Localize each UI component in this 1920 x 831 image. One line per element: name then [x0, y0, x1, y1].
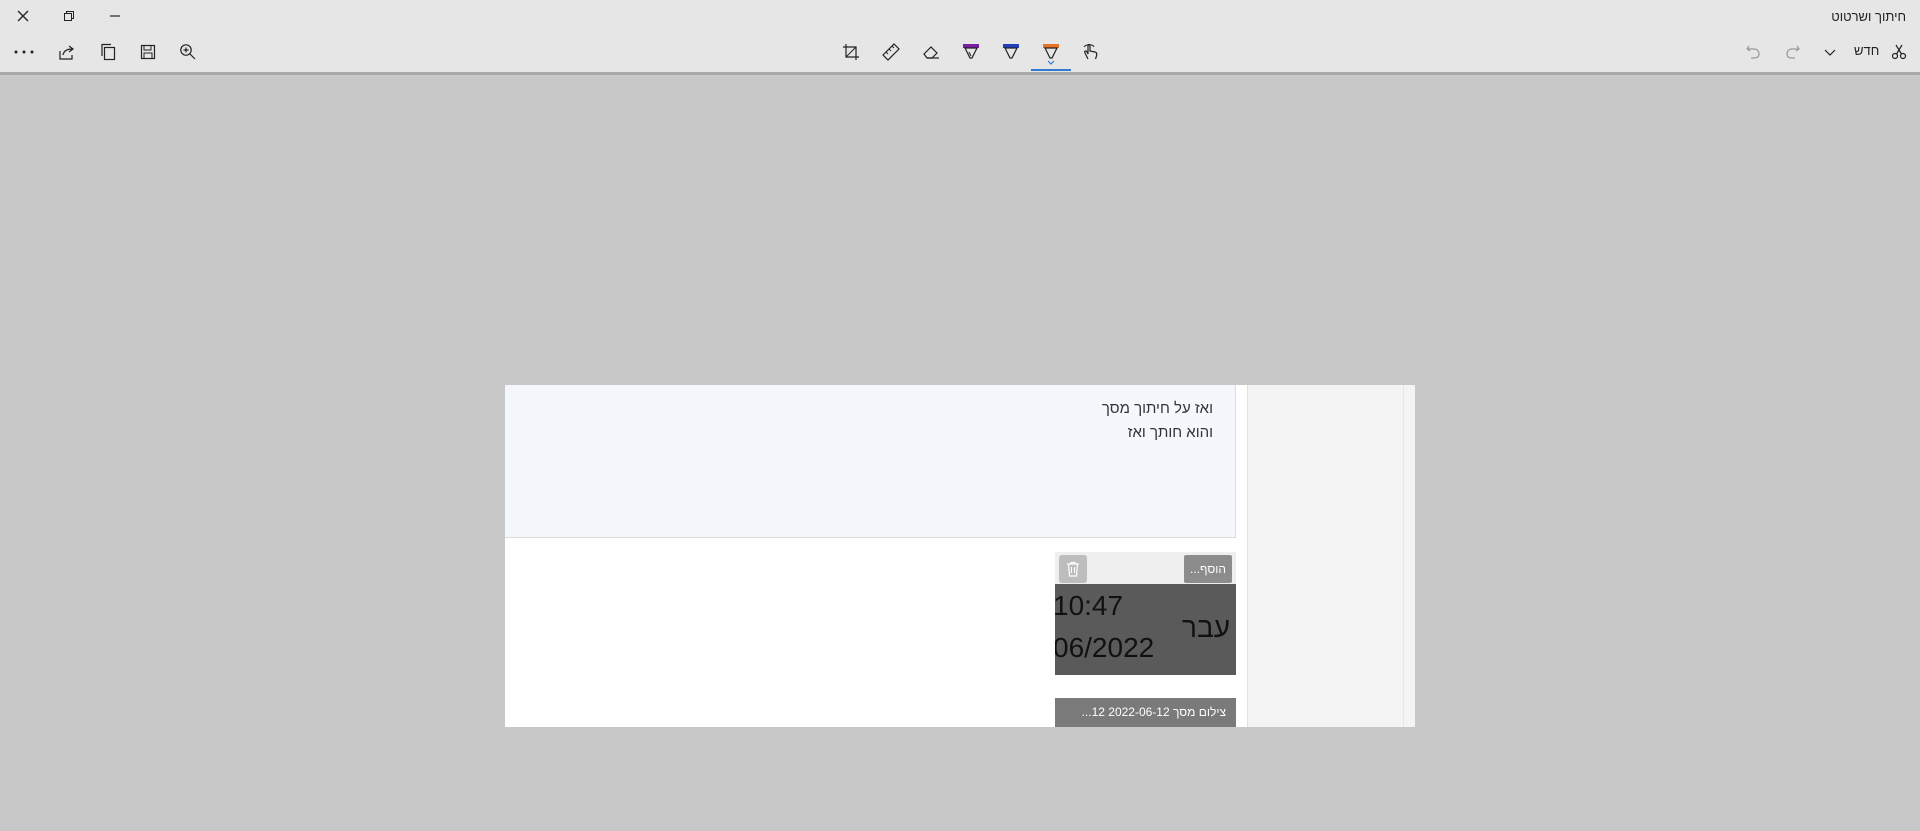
new-snip-button[interactable] — [1883, 36, 1915, 68]
eraser-button[interactable] — [915, 36, 947, 68]
title-bar: חיתוך ושרטוט — [0, 0, 1920, 32]
captured-image: ואז על חיתוך מסך והוא חותך ואז הוסף... 1… — [505, 385, 1415, 727]
share-button[interactable] — [51, 36, 83, 68]
touch-writing-button[interactable] — [1075, 36, 1107, 68]
app-title: חיתוך ושרטוט — [1831, 9, 1906, 24]
restore-button[interactable] — [46, 0, 92, 32]
ruler-icon — [882, 43, 900, 61]
minimize-icon — [110, 15, 120, 17]
message-line: והוא חותך ואז — [1127, 424, 1213, 441]
crop-icon — [843, 44, 859, 60]
close-button[interactable] — [0, 0, 46, 32]
attachment-bar: הוסף... — [1055, 552, 1236, 584]
attachment-card: הוסף... 10:47 06/2022 עבר צילום מסך 2022… — [1055, 552, 1236, 727]
undo-button[interactable] — [1737, 36, 1769, 68]
redo-icon — [1786, 45, 1800, 59]
highlighter-icon — [1043, 44, 1059, 59]
crop-button[interactable] — [835, 36, 867, 68]
thumbnail-text: עבר — [1181, 612, 1230, 643]
pencil-button[interactable] — [995, 36, 1027, 68]
copy-icon — [101, 43, 116, 61]
undo-icon — [1746, 45, 1760, 59]
save-button[interactable] — [132, 36, 164, 68]
thumbnail-time: 10:47 — [1055, 590, 1124, 621]
thumbnail-date: 06/2022 — [1055, 632, 1155, 663]
active-tool-indicator — [1031, 69, 1071, 71]
share-icon — [59, 45, 74, 60]
redo-button[interactable] — [1777, 36, 1809, 68]
save-icon — [140, 44, 156, 60]
touch-writing-icon — [1083, 43, 1098, 60]
eraser-icon — [923, 46, 939, 59]
new-dropdown-button[interactable] — [1814, 36, 1846, 68]
zoom-in-icon — [180, 44, 196, 60]
more-icon — [14, 50, 34, 54]
new-button[interactable]: חדש — [1854, 43, 1879, 58]
trash-icon — [1067, 561, 1079, 577]
delete-attachment-button[interactable] — [1059, 555, 1087, 583]
message-line: ואז על חיתוך מסך — [1101, 400, 1213, 417]
attachment-thumbnail: 10:47 06/2022 עבר — [1055, 584, 1236, 675]
message-area: ואז על חיתוך מסך והוא חותך ואז — [505, 385, 1236, 538]
ballpoint-pen-icon — [963, 44, 979, 59]
pencil-icon — [1003, 44, 1019, 59]
snip-icon — [1891, 44, 1907, 60]
close-icon — [17, 10, 29, 22]
toolbar-divider — [0, 72, 1920, 75]
side-panel — [1247, 385, 1415, 727]
chevron-down-icon — [1824, 49, 1836, 56]
ruler-button[interactable] — [875, 36, 907, 68]
copy-button[interactable] — [92, 36, 124, 68]
attachment-filename: צילום מסך 2022-06-12 12... — [1055, 698, 1236, 727]
zoom-button[interactable] — [172, 36, 204, 68]
more-attachment-button[interactable]: הוסף... — [1184, 555, 1232, 583]
restore-icon — [64, 11, 74, 21]
chevron-down-icon[interactable] — [1047, 60, 1055, 66]
ballpoint-pen-button[interactable] — [955, 36, 987, 68]
side-panel-divider — [1403, 385, 1404, 727]
minimize-button[interactable] — [92, 0, 138, 32]
more-options-button[interactable] — [8, 36, 40, 68]
